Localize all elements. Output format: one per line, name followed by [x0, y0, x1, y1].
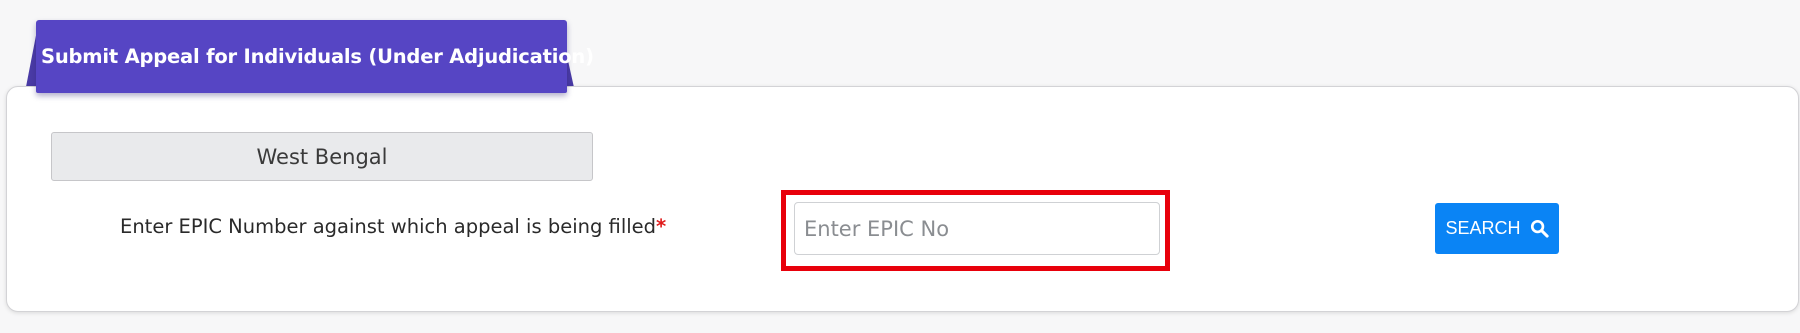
- epic-label-text: Enter EPIC Number against which appeal i…: [120, 215, 657, 238]
- state-display: West Bengal: [51, 132, 593, 181]
- tab-submit-appeal[interactable]: Submit Appeal for Individuals (Under Adj…: [36, 20, 594, 93]
- search-button-label: SEARCH: [1445, 218, 1521, 238]
- required-marker: *: [656, 215, 667, 238]
- search-icon: [1530, 219, 1549, 238]
- search-button[interactable]: SEARCH: [1435, 203, 1559, 254]
- tab-title: Submit Appeal for Individuals (Under Adj…: [41, 45, 594, 68]
- epic-number-input[interactable]: [794, 202, 1160, 255]
- epic-number-label: Enter EPIC Number against which appeal i…: [120, 215, 666, 238]
- appeal-form-card: [6, 86, 1799, 312]
- state-value: West Bengal: [256, 144, 388, 169]
